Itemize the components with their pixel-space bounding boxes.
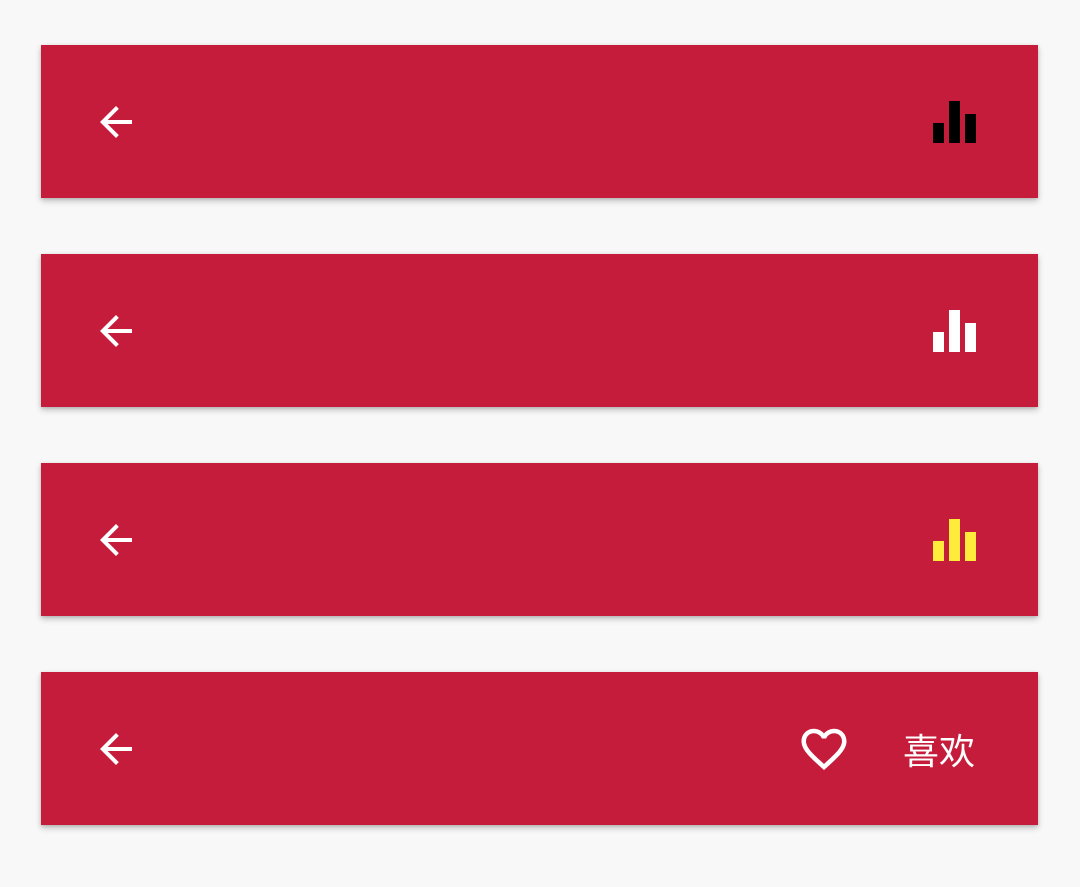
toolbar-black-equalizer (41, 45, 1038, 198)
arrow-back-icon (100, 523, 132, 556)
toolbar-favorite: 喜欢 (41, 672, 1038, 825)
back-button[interactable] (83, 298, 149, 364)
arrow-back-icon (100, 314, 132, 347)
arrow-back-icon (100, 105, 132, 138)
toolbar-yellow-equalizer (41, 463, 1038, 616)
equalizer-button[interactable] (922, 89, 988, 155)
back-button[interactable] (83, 89, 149, 155)
heart-outline-icon (801, 728, 847, 770)
back-button[interactable] (83, 716, 149, 782)
arrow-back-icon (100, 732, 132, 765)
equalizer-icon (933, 100, 976, 143)
equalizer-icon (933, 309, 976, 352)
favorite-button[interactable] (785, 710, 863, 788)
equalizer-icon (933, 518, 976, 561)
back-button[interactable] (83, 507, 149, 573)
toolbar-white-equalizer (41, 254, 1038, 407)
equalizer-button[interactable] (922, 507, 988, 573)
equalizer-button[interactable] (922, 298, 988, 364)
favorite-label[interactable]: 喜欢 (903, 723, 975, 783)
